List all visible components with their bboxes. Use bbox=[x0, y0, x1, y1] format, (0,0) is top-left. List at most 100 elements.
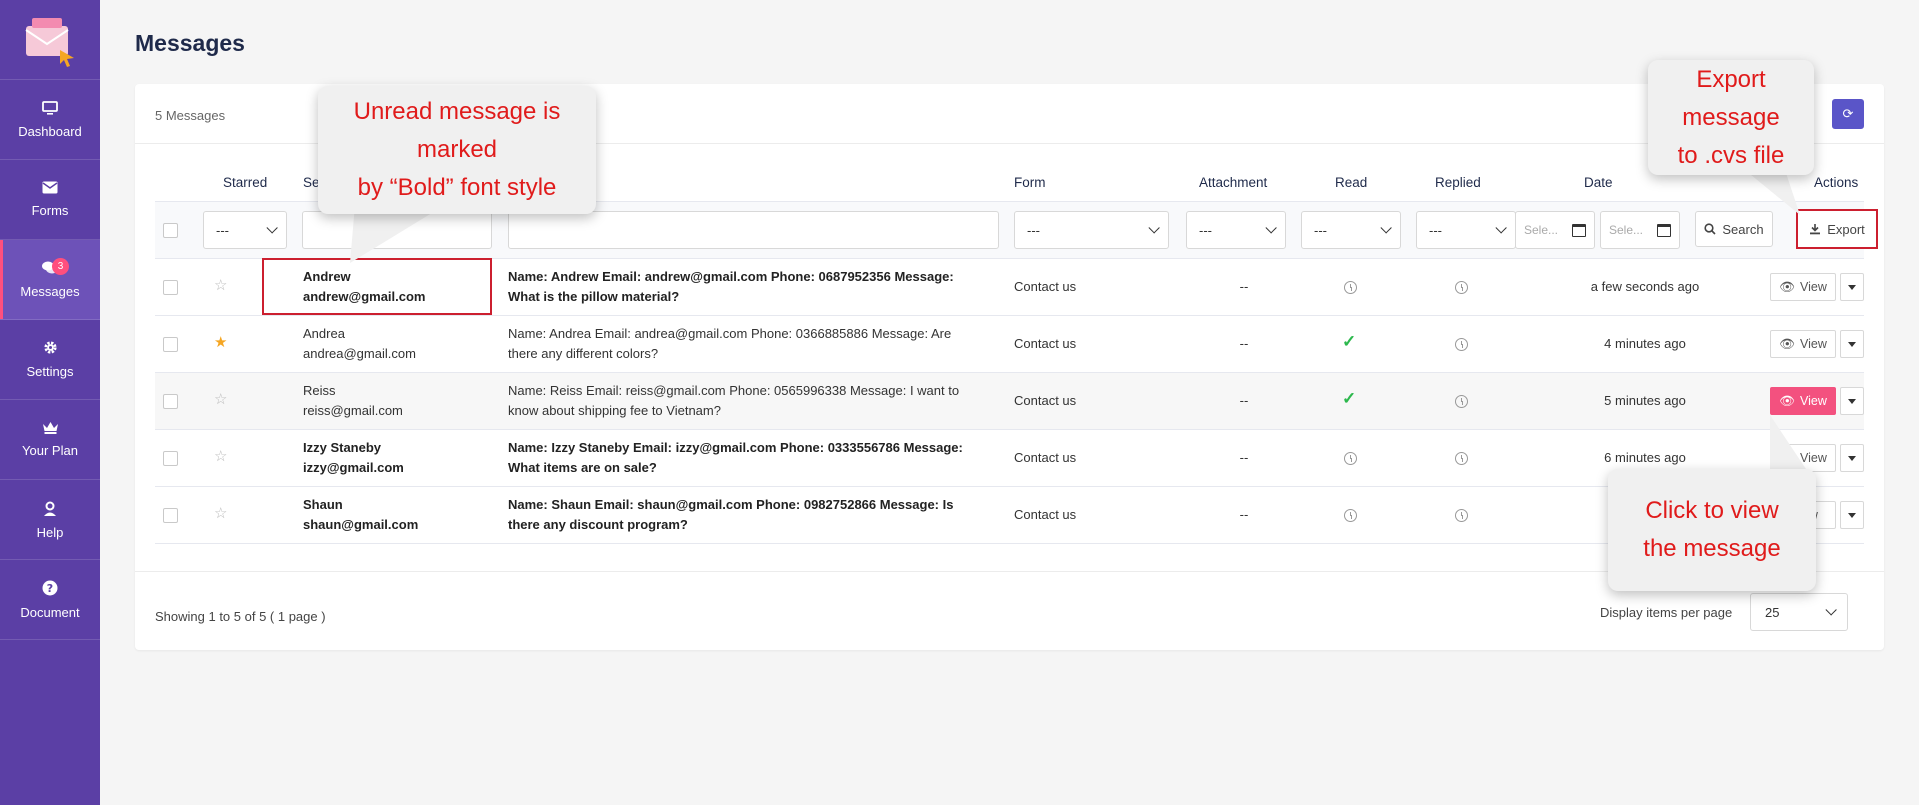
th-replied[interactable]: Replied bbox=[1435, 175, 1481, 190]
svg-text:?: ? bbox=[47, 582, 53, 595]
caret-down-icon bbox=[1848, 512, 1856, 518]
attachment-filter-select[interactable]: --- bbox=[1186, 211, 1286, 249]
row-actions-dropdown[interactable] bbox=[1840, 444, 1864, 472]
th-date[interactable]: Date bbox=[1584, 175, 1613, 190]
read-filter-value: --- bbox=[1314, 222, 1327, 238]
per-page-select[interactable]: 25 bbox=[1750, 593, 1848, 631]
callout-tail bbox=[1770, 415, 1810, 475]
export-button[interactable]: Export bbox=[1796, 209, 1878, 249]
sender-name: Andrea bbox=[303, 326, 345, 341]
row-checkbox[interactable] bbox=[163, 337, 178, 352]
form-filter-select[interactable]: --- bbox=[1014, 211, 1169, 249]
date-cell: 4 minutes ago bbox=[1604, 336, 1686, 351]
view-button[interactable]: 👁 View bbox=[1770, 330, 1836, 358]
sender-name: Shaun bbox=[303, 497, 343, 512]
caret-down-icon bbox=[1848, 398, 1856, 404]
replied-filter-select[interactable]: --- bbox=[1416, 211, 1516, 249]
read-filter-select[interactable]: --- bbox=[1301, 211, 1401, 249]
form-filter-value: --- bbox=[1027, 222, 1040, 238]
eye-icon: 👁 bbox=[1779, 393, 1795, 408]
message-line: Name: Andrew Email: andrew@gmail.com Pho… bbox=[508, 269, 954, 284]
row-actions-dropdown[interactable] bbox=[1840, 330, 1864, 358]
table-row[interactable]: ★ Andrea andrea@gmail.com Name: Andrea Em… bbox=[155, 316, 1864, 373]
attachment-cell: -- bbox=[1239, 279, 1249, 294]
date-cell: a few seconds ago bbox=[1590, 279, 1700, 294]
eye-icon: 👁 bbox=[1779, 279, 1795, 294]
message-line: What is the pillow material? bbox=[508, 289, 680, 304]
clock-icon bbox=[1455, 338, 1468, 351]
chevron-down-icon bbox=[266, 222, 278, 234]
date-from-picker[interactable]: Sele... bbox=[1515, 211, 1595, 249]
pagination-summary: Showing 1 to 5 of 5 ( 1 page ) bbox=[155, 609, 326, 624]
monitor-icon bbox=[42, 100, 58, 115]
nav-document[interactable]: ? Document bbox=[0, 560, 100, 640]
sender-email: izzy@gmail.com bbox=[303, 460, 404, 475]
callout-tail bbox=[1745, 170, 1800, 215]
table-row[interactable]: ☆ Reiss reiss@gmail.com Name: Reiss Email… bbox=[155, 373, 1864, 430]
view-callout: Click to view the message bbox=[1608, 469, 1816, 591]
nav-messages[interactable]: 3 Messages bbox=[0, 240, 100, 320]
unread-callout: Unread message is marked by “Bold” font s… bbox=[318, 86, 596, 214]
star-outline-icon[interactable]: ☆ bbox=[214, 390, 227, 408]
star-outline-icon[interactable]: ☆ bbox=[214, 276, 227, 294]
clock-icon bbox=[1344, 452, 1357, 465]
view-button[interactable]: 👁 View bbox=[1770, 387, 1836, 415]
form-cell: Contact us bbox=[1014, 393, 1077, 408]
row-actions-dropdown[interactable] bbox=[1840, 273, 1864, 301]
attachment-filter-value: --- bbox=[1199, 222, 1212, 238]
message-line: Name: Izzy Staneby Email: izzy@gmail.com… bbox=[508, 440, 963, 455]
chevron-down-icon bbox=[1380, 222, 1392, 234]
gear-icon bbox=[43, 341, 57, 354]
form-cell: Contact us bbox=[1014, 450, 1077, 465]
th-actions: Actions bbox=[1814, 175, 1859, 190]
view-label: View bbox=[1800, 337, 1827, 351]
download-icon bbox=[1810, 224, 1821, 235]
refresh-icon: ⟳ bbox=[1842, 106, 1854, 121]
chevron-down-icon bbox=[1148, 222, 1160, 234]
nav-dashboard[interactable]: Dashboard bbox=[0, 80, 100, 160]
th-read[interactable]: Read bbox=[1335, 175, 1367, 190]
chevron-down-icon bbox=[1265, 222, 1277, 234]
message-cell: Name: Reiss Email: reiss@gmail.com Phone… bbox=[508, 381, 959, 421]
nav-help[interactable]: Help bbox=[0, 480, 100, 560]
th-form[interactable]: Form bbox=[1014, 175, 1046, 190]
message-cell: Name: Izzy Staneby Email: izzy@gmail.com… bbox=[508, 438, 963, 478]
replied-filter-value: --- bbox=[1429, 222, 1442, 238]
nav-messages-label: Messages bbox=[20, 284, 80, 299]
row-checkbox[interactable] bbox=[163, 280, 178, 295]
envelope-logo-icon bbox=[25, 17, 74, 67]
th-starred[interactable]: Starred bbox=[223, 175, 267, 190]
export-callout: Export message to .cvs file bbox=[1648, 60, 1814, 175]
row-checkbox[interactable] bbox=[163, 451, 178, 466]
nav-forms[interactable]: Forms bbox=[0, 160, 100, 240]
callout-text: Click to view bbox=[1645, 497, 1779, 524]
message-line: Name: Shaun Email: shaun@gmail.com Phone… bbox=[508, 497, 954, 512]
messages-badge: 3 bbox=[52, 258, 69, 275]
star-outline-icon[interactable]: ☆ bbox=[214, 447, 227, 465]
nav-document-label: Document bbox=[20, 604, 80, 620]
starred-filter-value: --- bbox=[216, 222, 229, 238]
date-to-picker[interactable]: Sele... bbox=[1600, 211, 1680, 249]
sender-cell: Reiss reiss@gmail.com bbox=[303, 381, 403, 421]
select-all-checkbox[interactable] bbox=[163, 223, 178, 238]
refresh-button[interactable]: ⟳ bbox=[1832, 99, 1864, 129]
nav-your-plan[interactable]: Your Plan bbox=[0, 400, 100, 480]
th-attachment[interactable]: Attachment bbox=[1199, 175, 1267, 190]
starred-filter-select[interactable]: --- bbox=[203, 211, 287, 249]
callout-text: the message bbox=[1643, 535, 1781, 562]
app-logo[interactable] bbox=[0, 0, 100, 80]
message-line: What items are on sale? bbox=[508, 460, 657, 475]
row-actions-dropdown[interactable] bbox=[1840, 387, 1864, 415]
row-actions-dropdown[interactable] bbox=[1840, 501, 1864, 529]
view-button[interactable]: 👁 View bbox=[1770, 273, 1836, 301]
row-checkbox[interactable] bbox=[163, 394, 178, 409]
caret-down-icon bbox=[1848, 284, 1856, 290]
clock-icon bbox=[1455, 281, 1468, 294]
row-checkbox[interactable] bbox=[163, 508, 178, 523]
message-line: Name: Andrea Email: andrea@gmail.com Pho… bbox=[508, 326, 952, 341]
star-outline-icon[interactable]: ☆ bbox=[214, 504, 227, 522]
message-filter-input[interactable] bbox=[508, 211, 999, 249]
nav-dashboard-label: Dashboard bbox=[18, 123, 82, 139]
nav-settings[interactable]: Settings bbox=[0, 320, 100, 400]
star-filled-icon[interactable]: ★ bbox=[214, 333, 227, 351]
